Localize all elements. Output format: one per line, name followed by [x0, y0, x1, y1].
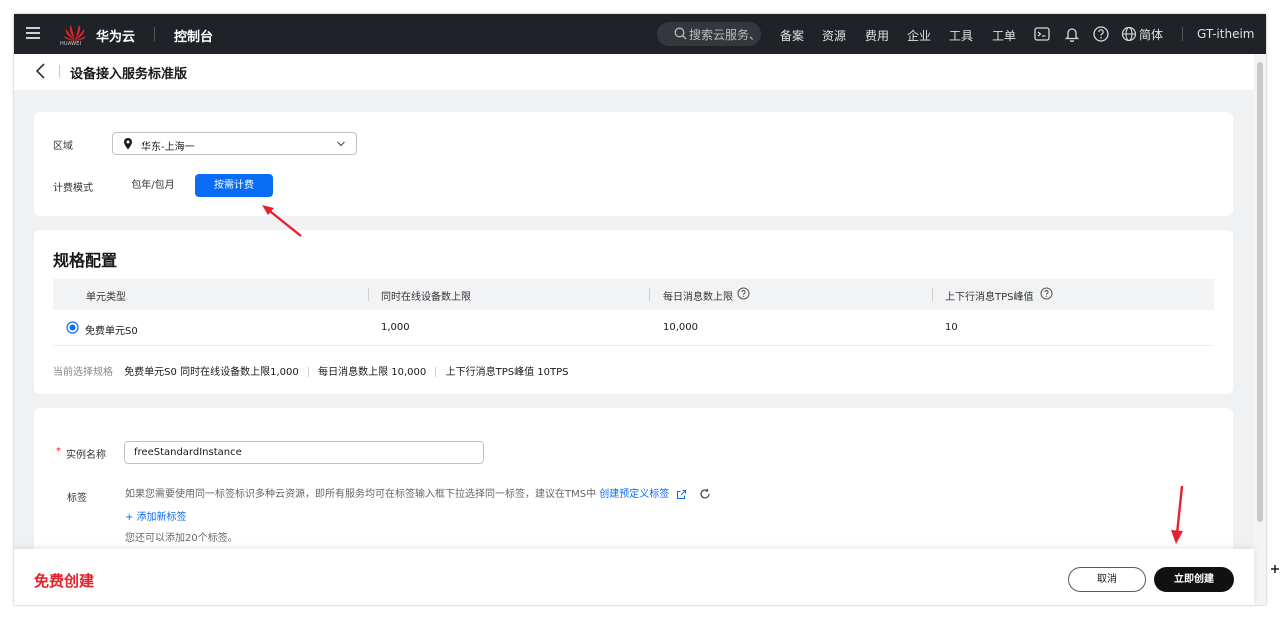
location-pin-icon [124, 138, 132, 150]
column-divider [932, 288, 933, 301]
unit-type-cell: 免费单元S0 [85, 326, 138, 337]
divider [307, 367, 309, 377]
search-icon [674, 27, 687, 40]
divider [154, 27, 155, 41]
console-link[interactable]: 控制台 [174, 26, 213, 45]
footer-bar: 免费创建 取消 立即创建 [14, 549, 1254, 605]
divider [435, 367, 437, 377]
tag-hint: 如果您需要使用同一标签标识多种云资源，即所有服务均可在标签输入框下拉选择同一标签… [125, 485, 711, 500]
region-label: 区域 [53, 141, 73, 152]
column-header: 单元类型 [86, 292, 126, 303]
create-now-button[interactable]: 立即创建 [1154, 567, 1234, 592]
page-title: 设备接入服务标准版 [70, 67, 188, 82]
arrow-annotation [262, 205, 302, 237]
scrollbar-thumb[interactable] [1257, 62, 1263, 522]
globe-icon[interactable] [1120, 25, 1138, 43]
current-spec-item: 免费单元S0 同时在线设备数上限1,000 [124, 367, 299, 378]
add-tag-link[interactable]: + 添加新标签 [125, 508, 187, 523]
footer-title: 免费创建 [34, 572, 95, 590]
current-spec-item: 每日消息数上限 10,000 [318, 367, 427, 378]
back-icon[interactable] [34, 62, 48, 80]
refresh-icon[interactable] [699, 488, 711, 500]
divider [59, 65, 60, 78]
nav-item-tools[interactable]: 工具 [949, 27, 973, 44]
user-account[interactable]: GT-itheim [1197, 27, 1254, 41]
page-header: 设备接入服务标准版 [14, 54, 1254, 90]
billing-mode-label: 计费模式 [53, 183, 93, 194]
messages-cell: 10,000 [663, 322, 698, 333]
current-spec-item: 上下行消息TPS峰值 10TPS [445, 367, 569, 378]
spec-config-card: 规格配置 单元类型 同时在线设备数上限 每日消息数上限 上下行消息TPS峰值 免… [34, 230, 1233, 394]
search-input[interactable]: 搜索云服务、 [689, 26, 761, 43]
required-mark: * [56, 446, 61, 457]
tag-label: 标签 [67, 493, 87, 504]
region-select[interactable]: 华东-上海一 [112, 132, 357, 155]
column-divider [649, 288, 650, 301]
create-predefined-tag-link[interactable]: 创建预定义标签 [599, 489, 669, 500]
arrow-annotation [1171, 485, 1184, 544]
page-scrollbar[interactable] [1254, 54, 1266, 605]
billing-option-pay-per-use[interactable]: 按需计费 [195, 174, 273, 197]
nav-item-enterprise[interactable]: 企业 [907, 27, 931, 44]
tps-cell: 10 [945, 322, 958, 333]
current-spec-label: 当前选择规格 [53, 367, 113, 378]
cancel-button[interactable]: 取消 [1068, 567, 1146, 592]
bell-icon[interactable] [1063, 25, 1081, 43]
region-billing-card: 区域 华东-上海一 计费模式 包年/包月 按需计费 [34, 112, 1233, 216]
nav-item-tickets[interactable]: 工单 [992, 27, 1016, 44]
terminal-icon[interactable] [1033, 25, 1051, 43]
top-nav-bar: HUAWEI 华为云 控制台 搜索云服务、 备案 资源 费用 企业 工具 工单 [14, 14, 1266, 54]
nav-item-resources[interactable]: 资源 [822, 27, 846, 44]
instance-name-label: 实例名称 [66, 450, 106, 461]
column-header: 同时在线设备数上限 [381, 292, 471, 303]
chevron-down-icon [337, 141, 345, 147]
brand-name[interactable]: 华为云 [96, 26, 135, 45]
billing-option-yearly-monthly[interactable]: 包年/包月 [112, 174, 194, 197]
instance-name-input[interactable] [124, 441, 484, 464]
current-spec-summary: 当前选择规格 免费单元S0 同时在线设备数上限1,000 每日消息数上限 10,… [53, 363, 569, 378]
menu-icon[interactable] [26, 24, 42, 44]
column-header: 上下行消息TPS峰值 [945, 292, 1034, 303]
nav-item-filing[interactable]: 备案 [780, 27, 804, 44]
help-icon[interactable] [1092, 25, 1110, 43]
table-row[interactable]: 免费单元S0 1,000 10,000 10 [53, 310, 1214, 346]
tag-hint-text: 如果您需要使用同一标签标识多种云资源，即所有服务均可在标签输入框下拉选择同一标签… [125, 489, 597, 500]
column-divider [368, 288, 369, 301]
cursor-crosshair-icon [1271, 565, 1279, 573]
devices-cell: 1,000 [381, 322, 410, 333]
nav-item-billing[interactable]: 费用 [865, 27, 889, 44]
spec-table-header: 单元类型 同时在线设备数上限 每日消息数上限 上下行消息TPS峰值 [53, 279, 1214, 310]
divider [1182, 27, 1183, 41]
language-switch[interactable]: 简体 [1139, 26, 1163, 43]
app-window: HUAWEI 华为云 控制台 搜索云服务、 备案 资源 费用 企业 工具 工单 [14, 14, 1266, 605]
section-title: 规格配置 [53, 251, 118, 270]
external-link-icon[interactable] [676, 489, 687, 500]
column-header: 每日消息数上限 [663, 292, 733, 303]
radio-icon[interactable] [66, 321, 79, 334]
tag-remaining-text: 您还可以添加20个标签。 [125, 533, 238, 544]
help-icon[interactable] [737, 287, 750, 300]
region-value: 华东-上海一 [141, 142, 195, 153]
logo-wordmark: HUAWEI [60, 41, 82, 47]
help-icon[interactable] [1040, 287, 1053, 300]
